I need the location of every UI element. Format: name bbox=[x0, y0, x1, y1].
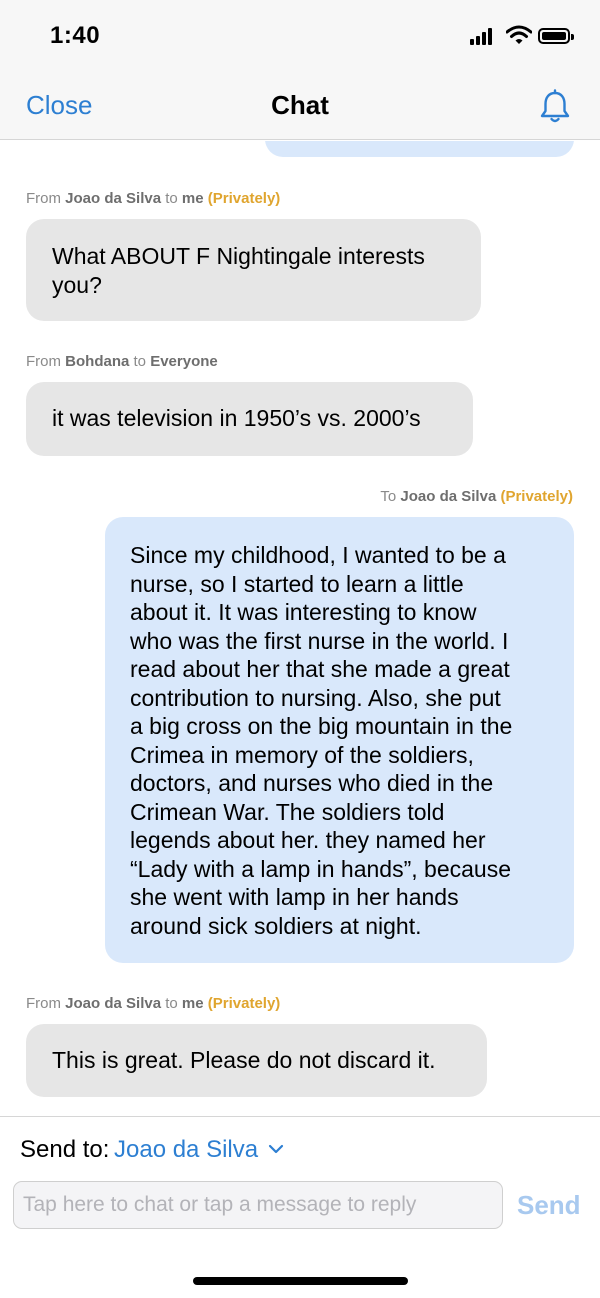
message-bubble-partial[interactable] bbox=[265, 141, 574, 157]
send-to-label: Send to: bbox=[20, 1136, 110, 1163]
message-text-line: contribution to nursing. Also, she put bbox=[130, 684, 501, 711]
status-time: 1:40 bbox=[50, 22, 101, 49]
compose-bar: Send to: Joao da Silva Send bbox=[0, 1116, 600, 1298]
privacy-label: (Privately) bbox=[500, 488, 573, 505]
message-bubble[interactable]: This is great. Please do not discard it. bbox=[26, 1024, 487, 1097]
message-bubble[interactable]: What ABOUT F Nightingale interests you? bbox=[26, 219, 481, 321]
message-list[interactable]: From Joao da Silva to me (Privately) Wha… bbox=[0, 141, 600, 1116]
close-button[interactable]: Close bbox=[26, 90, 92, 121]
message-text-line: a big cross on the big mountain in the bbox=[130, 713, 513, 739]
recipient-selector[interactable]: Joao da Silva bbox=[114, 1136, 258, 1164]
message-text-line: read about her that she made a great bbox=[130, 656, 510, 682]
message-text-line: doctors, and nurses who died in the bbox=[130, 770, 494, 796]
send-button[interactable]: Send bbox=[517, 1190, 581, 1221]
cellular-signal-icon bbox=[470, 27, 498, 45]
sender-name: Joao da Silva bbox=[65, 190, 162, 207]
chat-input[interactable] bbox=[13, 1181, 503, 1229]
privacy-label: (Privately) bbox=[207, 995, 281, 1012]
recipient-name: Everyone bbox=[150, 353, 218, 370]
message-meta: From Joao da Silva to me (Privately) bbox=[26, 995, 281, 1012]
recipient-name: me bbox=[181, 995, 204, 1012]
message-text-line: nurse, so I started to learn a little bbox=[130, 570, 464, 597]
message-meta: To Joao da Silva (Privately) bbox=[380, 488, 573, 505]
message-text-line: it was television in 1950’s vs. 2000’s bbox=[52, 405, 421, 431]
message-text-line: Crimea in memory of the soldiers, bbox=[130, 741, 474, 768]
recipient-name: me bbox=[181, 190, 204, 207]
message-bubble-outgoing[interactable]: Since my childhood, I wanted to be a nur… bbox=[105, 517, 574, 963]
message-text-line: “Lady with a lamp in hands”, because bbox=[130, 855, 511, 882]
sender-name: Bohdana bbox=[65, 353, 130, 370]
bell-icon[interactable] bbox=[538, 89, 572, 125]
sender-name: Joao da Silva bbox=[65, 995, 162, 1012]
message-text-line: about it. It was interesting to know bbox=[130, 599, 477, 625]
message-text-line: who was the first nurse in the world. I bbox=[130, 627, 509, 654]
message-text-line: Since my childhood, I wanted to be a bbox=[130, 542, 506, 568]
recipient-name: Joao da Silva bbox=[400, 488, 497, 505]
battery-icon bbox=[538, 28, 574, 44]
message-text-line: What ABOUT F Nightingale interests bbox=[52, 243, 425, 269]
status-bar: 1:40 bbox=[0, 0, 600, 72]
message-text-line: you? bbox=[52, 271, 102, 298]
message-meta: From Bohdana to Everyone bbox=[26, 353, 218, 370]
home-indicator bbox=[193, 1277, 408, 1285]
message-bubble[interactable]: it was television in 1950’s vs. 2000’s bbox=[26, 382, 473, 456]
message-text-line: Crimean War. The soldiers told bbox=[130, 798, 445, 825]
chevron-down-icon[interactable] bbox=[268, 1143, 284, 1155]
message-text-line: legends about her. they named her bbox=[130, 827, 486, 853]
wifi-icon bbox=[506, 25, 532, 44]
message-meta: From Joao da Silva to me (Privately) bbox=[26, 190, 281, 207]
privacy-label: (Privately) bbox=[207, 190, 281, 207]
message-text-line: This is great. Please do not discard it. bbox=[52, 1047, 436, 1073]
nav-bar: Close Chat bbox=[0, 72, 600, 140]
message-text-line: she went with lamp in her hands bbox=[130, 884, 459, 910]
message-text-line: around sick soldiers at night. bbox=[130, 912, 422, 939]
